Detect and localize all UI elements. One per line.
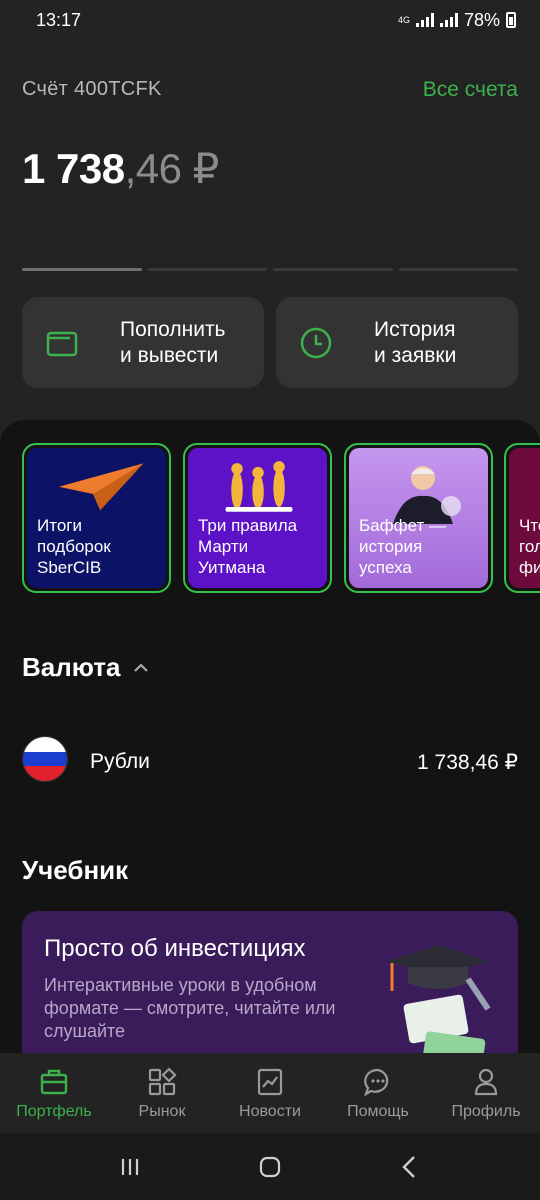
story-card-sbercib[interactable]: Итоги подборок SberCIB <box>22 443 171 593</box>
nav-news[interactable]: Новости <box>216 1053 324 1133</box>
signal-icon <box>415 13 434 27</box>
bottom-navigation: Портфель Рынок Новости Помощь Профиль <box>0 1053 540 1133</box>
chevron-up-icon <box>133 662 148 672</box>
status-bar: 13:17 4G 78% <box>0 0 540 40</box>
balance-integer: 1 738 <box>22 145 125 192</box>
story-card-whitman[interactable]: Три правила Марти Уитмана <box>183 443 332 593</box>
battery-icon <box>506 12 516 28</box>
nav-label: Новости <box>239 1103 301 1120</box>
user-icon <box>474 1068 498 1096</box>
currency-name[interactable]: Рубли <box>90 750 150 774</box>
graduation-cap-image <box>388 945 491 1069</box>
page-indicator <box>22 268 518 271</box>
balance-fraction: ,46 ₽ <box>124 145 220 192</box>
story-text: Что гол фи <box>519 516 540 577</box>
meerkats-image <box>225 461 293 512</box>
story-text: Баффет — история успеха <box>359 516 446 577</box>
recent-apps-icon[interactable] <box>116 1153 144 1181</box>
briefcase-icon <box>40 1069 68 1095</box>
home-icon[interactable] <box>256 1153 284 1181</box>
stories-carousel[interactable]: Итоги подборок SberCIB Три правила Марти… <box>22 443 540 593</box>
story-card-buffett[interactable]: Баффет — история успеха <box>344 443 493 593</box>
story-card-partial[interactable]: Что гол фи <box>504 443 540 593</box>
deposit-withdraw-label: Пополнить и вывести <box>120 317 226 367</box>
story-text: Итоги подборок SberCIB <box>37 516 111 577</box>
nav-portfolio[interactable]: Портфель <box>0 1053 108 1133</box>
history-orders-button[interactable]: История и заявки <box>276 297 518 388</box>
news-icon <box>257 1068 283 1096</box>
paper-plane-image <box>58 463 144 511</box>
nav-profile[interactable]: Профиль <box>432 1053 540 1133</box>
story-text: Три правила Марти Уитмана <box>198 516 298 577</box>
nav-label: Портфель <box>16 1103 92 1120</box>
buffett-photo <box>393 466 461 524</box>
wallet-icon <box>46 331 78 356</box>
network-type: 4G <box>397 14 410 25</box>
history-orders-label: История и заявки <box>374 317 457 367</box>
textbook-title: Учебник <box>22 855 129 885</box>
chat-icon <box>364 1068 389 1097</box>
course-title: Просто об инвестициях <box>44 935 306 962</box>
nav-label: Рынок <box>138 1103 186 1120</box>
nav-market[interactable]: Рынок <box>108 1053 216 1133</box>
nav-label: Профиль <box>451 1103 521 1120</box>
nav-label: Помощь <box>347 1103 409 1120</box>
system-navigation <box>0 1133 540 1200</box>
all-accounts-link[interactable]: Все счета <box>423 78 518 102</box>
course-description: Интерактивные уроки в удобном формате — … <box>44 975 336 1041</box>
balance-amount: 1 738,46 ₽ <box>22 144 219 193</box>
currency-value: 1 738,46 ₽ <box>417 751 518 774</box>
battery-level: 78% <box>463 9 500 30</box>
russia-flag-icon <box>22 736 68 782</box>
market-icon <box>148 1067 177 1096</box>
account-name[interactable]: Счёт 400TCFK <box>22 78 162 101</box>
currency-section-header[interactable]: Валюта <box>22 652 149 683</box>
signal-icon-2 <box>439 13 458 27</box>
back-icon[interactable] <box>396 1153 424 1181</box>
nav-help[interactable]: Помощь <box>324 1053 432 1133</box>
deposit-withdraw-button[interactable]: Пополнить и вывести <box>22 297 264 388</box>
clock-icon <box>300 327 332 358</box>
status-time: 13:17 <box>36 9 82 30</box>
currency-title: Валюта <box>22 652 121 682</box>
course-card[interactable]: Просто об инвестициях Интерактивные урок… <box>22 911 518 1071</box>
